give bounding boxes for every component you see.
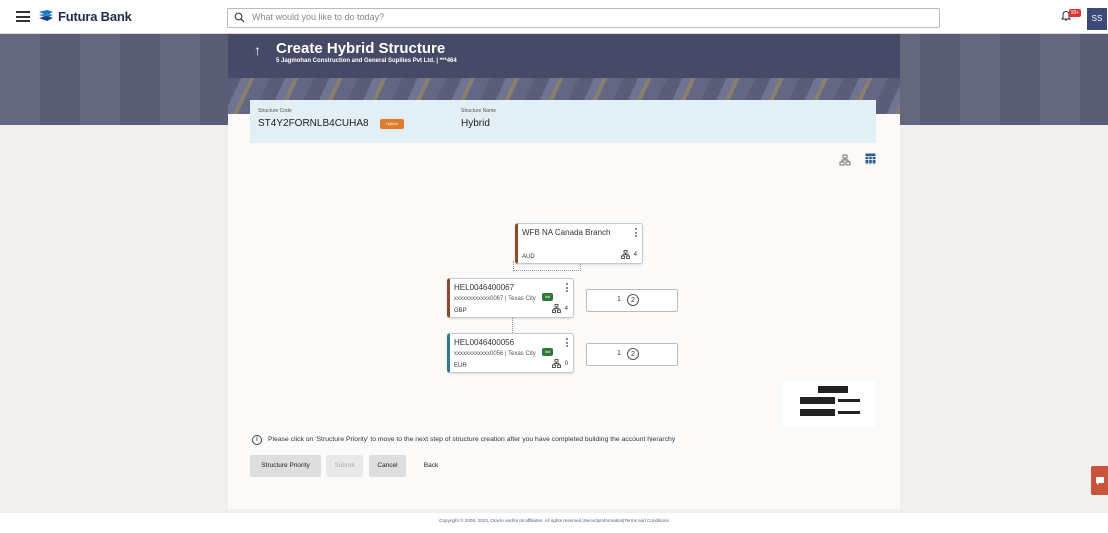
minimap-overview[interactable] — [783, 381, 875, 427]
search-input[interactable]: What would you like to do today? — [227, 8, 940, 28]
main-card: ↑ Create Hybrid Structure 5 Jagmohan Con… — [228, 34, 900, 509]
back-arrow-icon[interactable]: ↑ — [254, 42, 261, 58]
connector-line — [512, 317, 513, 333]
tree-view-icon[interactable] — [839, 154, 851, 166]
node-menu-icon[interactable] — [566, 283, 568, 294]
node-detail: xxxxxxxxxxxx0056 | Texas City — [454, 351, 536, 357]
user-avatar[interactable]: SS — [1087, 8, 1107, 30]
node-currency: AUD — [522, 254, 535, 260]
structure-name-value: Hybrid — [461, 118, 490, 129]
node-detail: xxxxxxxxxxxx0067 | Texas City — [454, 296, 536, 302]
node-menu-icon[interactable] — [566, 338, 568, 349]
back-button[interactable]: Back — [416, 455, 446, 477]
priority-value: 1 — [617, 350, 621, 357]
chat-icon[interactable] — [1091, 466, 1108, 495]
priority-field[interactable]: 1 2 — [586, 289, 678, 312]
info-icon: i — [252, 435, 262, 445]
cancel-button[interactable]: Cancel — [369, 455, 406, 477]
structure-name-label: Structure Name — [461, 108, 497, 114]
page-title: Create Hybrid Structure — [276, 40, 446, 57]
node-child-count: 0 — [564, 361, 568, 367]
info-note: Please click on 'Structure Priority' to … — [268, 436, 676, 443]
brand-name[interactable]: Futura Bank — [58, 9, 132, 24]
priority-field[interactable]: 1 2 — [586, 343, 678, 366]
page-header: ↑ Create Hybrid Structure 5 Jagmohan Con… — [228, 34, 900, 78]
node-child-count: 4 — [633, 252, 637, 258]
node-menu-icon[interactable] — [635, 228, 637, 239]
account-node[interactable]: HEL0046400056 xxxxxxxxxxxx0056 | Texas C… — [447, 333, 574, 373]
menu-icon[interactable] — [16, 11, 30, 22]
priority-count: 2 — [627, 294, 639, 306]
priority-count: 2 — [627, 348, 639, 360]
account-type-badge: Ind — [542, 348, 553, 356]
node-currency: EUR — [454, 363, 467, 369]
search-icon — [234, 12, 245, 23]
priority-value: 1 — [617, 296, 621, 303]
node-name: HEL0046400067 — [454, 283, 515, 292]
footer[interactable]: Copyright © 2006, 2023, Oracle and/or it… — [0, 513, 1108, 533]
node-child-count: 4 — [564, 306, 568, 312]
notification-badge: 99+ — [1069, 9, 1081, 17]
node-currency: GBP — [454, 308, 467, 314]
top-bar: Futura Bank What would you like to do to… — [0, 0, 1108, 34]
structure-type-tag: Hybrid — [380, 119, 404, 129]
hierarchy-icon — [552, 359, 561, 368]
structure-code-value: ST4Y2FORNLB4CUHA8 — [258, 118, 369, 129]
table-view-icon[interactable] — [865, 153, 876, 164]
node-name: WFB NA Canada Branch — [522, 228, 611, 237]
account-type-badge: Ind — [542, 293, 553, 301]
search-placeholder: What would you like to do today? — [252, 12, 385, 22]
submit-button[interactable]: Submit — [326, 455, 363, 477]
structure-priority-button[interactable]: Structure Priority — [250, 455, 321, 477]
structure-code-label: Structure Code — [258, 108, 292, 114]
bank-logo-icon — [39, 10, 53, 21]
node-name: HEL0046400056 — [454, 338, 515, 347]
root-node[interactable]: WFB NA Canada Branch AUD 4 — [515, 223, 643, 264]
page-subtitle: 5 Jagmohan Construction and General Supl… — [276, 58, 457, 64]
structure-info-panel: Structure Code ST4Y2FORNLB4CUHA8 Hybrid … — [250, 100, 876, 143]
hierarchy-icon — [552, 304, 561, 313]
account-node[interactable]: HEL0046400067 xxxxxxxxxxxx0067 | Texas C… — [447, 278, 574, 318]
hierarchy-icon — [621, 250, 630, 259]
